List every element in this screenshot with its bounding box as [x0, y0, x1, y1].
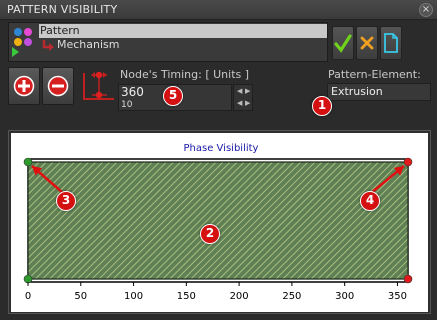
- x-tick-label: 50: [74, 291, 87, 302]
- x-tick-label: 350: [388, 291, 407, 302]
- decrement-fine-icon[interactable]: ◀: [237, 99, 242, 107]
- node-timing-label: Node's Timing: [ Units ]: [120, 68, 250, 81]
- keyframe-node-3[interactable]: [403, 274, 413, 284]
- window-title-bar[interactable]: PATTERN VISIBILITY ×: [0, 0, 437, 20]
- node-timing-icon: [83, 71, 114, 100]
- callout-4: 4: [360, 191, 380, 211]
- callout-2: 2: [200, 224, 220, 244]
- tree-item-label: Mechanism: [57, 38, 120, 51]
- decrement-coarse-icon[interactable]: ◀: [237, 87, 242, 95]
- new-document-button[interactable]: [380, 26, 402, 60]
- x-tick-label: 150: [177, 291, 196, 302]
- callout-3: 3: [56, 191, 76, 211]
- x-tick-label: 0: [25, 291, 31, 302]
- tree-item-mechanism[interactable]: Mechanism: [42, 38, 243, 52]
- window-title: PATTERN VISIBILITY: [7, 3, 118, 16]
- node-timing-value: 360: [121, 85, 144, 99]
- confirm-button[interactable]: [332, 26, 354, 60]
- plus-circle-icon: [13, 75, 35, 97]
- keyframe-node-0[interactable]: [23, 157, 33, 167]
- pattern-element-label: Pattern-Element:: [328, 68, 421, 81]
- visibility-area-0: [27, 161, 409, 280]
- x-icon: [360, 36, 374, 50]
- x-tick-label: 200: [230, 291, 249, 302]
- x-tick-label: 300: [335, 291, 354, 302]
- new-document-icon: [384, 33, 398, 53]
- keyframe-node-1[interactable]: [403, 157, 413, 167]
- increment-coarse-icon[interactable]: ▶: [245, 87, 250, 95]
- pattern-element-field[interactable]: Extrusion: [327, 83, 431, 101]
- x-tick-label: 100: [124, 291, 143, 302]
- x-tick-label: 250: [282, 291, 301, 302]
- check-icon: [334, 34, 352, 53]
- pattern-tree[interactable]: Pattern Mechanism: [8, 22, 328, 62]
- increment-fine-icon[interactable]: ▶: [245, 99, 250, 107]
- cancel-button[interactable]: [356, 26, 378, 60]
- child-link-icon: [42, 40, 54, 51]
- chart-title: Phase Visibility: [184, 143, 259, 154]
- keyframe-node-2[interactable]: [23, 274, 33, 284]
- node-timing-spinner[interactable]: ◀ ▶ ◀ ▶: [233, 84, 253, 111]
- callout-5: 5: [163, 86, 183, 106]
- minus-circle-icon: [47, 75, 69, 97]
- callout-1: 1: [312, 96, 332, 116]
- pattern-icon: [12, 28, 32, 57]
- remove-node-button[interactable]: [42, 67, 74, 105]
- tree-item-pattern[interactable]: Pattern: [39, 24, 327, 38]
- phase-visibility-chart[interactable]: Phase Visibility 0 50 100 150 200 250 300 350: [11, 133, 428, 312]
- add-node-button[interactable]: [8, 67, 40, 105]
- node-timing-step: 10: [121, 100, 133, 110]
- close-button[interactable]: ×: [419, 3, 433, 17]
